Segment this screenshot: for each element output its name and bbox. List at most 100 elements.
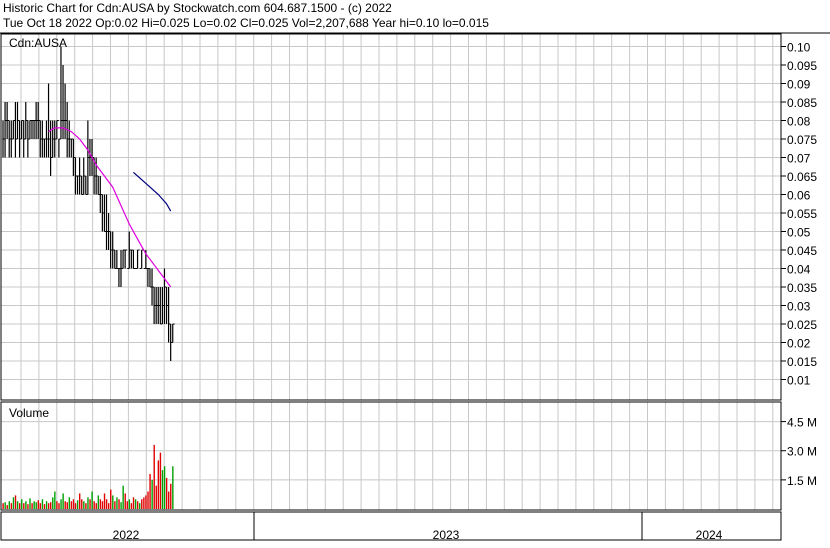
volume-bar <box>132 497 135 509</box>
volume-bar <box>151 479 153 509</box>
stock-chart: Historic Chart for Cdn:AUSA by Stockwatc… <box>0 0 830 543</box>
volume-bar <box>23 503 25 509</box>
volume-bar <box>21 499 23 509</box>
price-y-tick-label: 0.06 <box>787 189 811 203</box>
chart-header-title: Historic Chart for Cdn:AUSA by Stockwatc… <box>3 1 392 15</box>
volume-bar <box>45 501 48 509</box>
volume-bar <box>95 503 97 509</box>
volume-bar <box>66 502 68 509</box>
volume-bar <box>31 503 33 509</box>
volume-bar <box>12 497 15 509</box>
volume-bar <box>97 495 100 509</box>
volume-bar <box>60 499 62 509</box>
volume-y-tick-label: 4.5 M <box>787 416 817 430</box>
volume-bar <box>91 491 93 509</box>
price-y-tick-label: 0.075 <box>787 133 817 147</box>
volume-bar <box>89 499 91 509</box>
price-y-tick-label: 0.095 <box>787 59 817 73</box>
volume-bar <box>161 470 164 509</box>
price-y-tick-label: 0.10 <box>787 41 811 55</box>
volume-bar <box>43 504 46 509</box>
volume-bar <box>170 483 172 509</box>
volume-bar <box>139 503 141 509</box>
price-y-tick-label: 0.08 <box>787 115 811 129</box>
volume-bar <box>149 474 151 509</box>
price-y-tick-label: 0.055 <box>787 207 817 221</box>
price-y-tick-label: 0.07 <box>787 152 811 166</box>
volume-bar <box>58 503 60 509</box>
volume-bar <box>16 501 19 509</box>
volume-bar <box>78 493 81 509</box>
volume-bar <box>116 497 118 509</box>
volume-bar <box>39 503 42 509</box>
volume-bar <box>83 501 85 509</box>
volume-bar <box>155 485 157 509</box>
price-y-tick-label: 0.01 <box>787 374 811 388</box>
volume-bar <box>81 499 83 509</box>
volume-bar <box>165 477 168 509</box>
price-y-tick-label: 0.065 <box>787 170 817 184</box>
volume-bar <box>126 501 128 509</box>
volume-bar <box>124 493 126 509</box>
price-y-tick-label: 0.035 <box>787 281 817 295</box>
volume-bar <box>62 493 64 509</box>
volume-bar <box>93 501 95 509</box>
volume-bar <box>99 499 102 509</box>
price-y-tick-label: 0.09 <box>787 78 811 92</box>
volume-bar <box>120 502 122 509</box>
volume-y-tick-label: 1.5 M <box>787 474 817 488</box>
volume-bar <box>147 491 149 509</box>
volume-bar <box>136 501 139 509</box>
price-y-tick-label: 0.02 <box>787 337 811 351</box>
volume-bar <box>25 501 27 509</box>
volume-bar <box>107 503 110 509</box>
volume-bar <box>47 503 50 509</box>
volume-bar <box>145 495 147 509</box>
volume-bar <box>143 497 145 509</box>
volume-bar <box>64 501 66 509</box>
volume-bar <box>110 489 112 509</box>
price-y-tick-label: 0.025 <box>787 318 817 332</box>
volume-bar <box>35 502 37 509</box>
volume-bar <box>157 460 160 509</box>
volume-bar <box>41 499 44 509</box>
volume-bar <box>114 501 116 509</box>
volume-bar <box>6 505 8 509</box>
volume-bar <box>29 498 31 509</box>
price-y-tick-label: 0.04 <box>787 263 811 277</box>
volume-bar <box>76 500 79 509</box>
volume-bar <box>168 491 170 509</box>
volume-bar <box>33 501 35 509</box>
volume-bar <box>74 503 77 509</box>
volume-bar <box>4 502 6 509</box>
volume-bar <box>18 503 21 509</box>
volume-bar <box>72 499 75 509</box>
price-panel-title: Cdn:AUSA <box>9 36 67 50</box>
volume-bar <box>130 503 133 509</box>
volume-bar <box>172 466 174 509</box>
volume-bar <box>27 504 29 509</box>
price-y-tick-label: 0.03 <box>787 300 811 314</box>
volume-bar <box>141 499 143 509</box>
price-y-tick-label: 0.045 <box>787 244 817 258</box>
volume-bar <box>122 485 124 509</box>
volume-bar <box>85 503 87 509</box>
chart-header-quote: Tue Oct 18 2022 Op:0.02 Hi=0.025 Lo=0.02… <box>3 16 489 30</box>
volume-bar <box>2 503 4 509</box>
volume-bar <box>10 503 13 509</box>
volume-bar <box>134 499 137 509</box>
volume-bar <box>37 500 39 509</box>
volume-panel-title: Volume <box>9 406 49 420</box>
price-y-tick-label: 0.015 <box>787 355 817 369</box>
volume-bar <box>68 497 71 509</box>
volume-bar <box>14 495 17 509</box>
volume-bar <box>163 466 166 509</box>
volume-bar <box>56 501 58 509</box>
volume-bar <box>112 495 114 509</box>
volume-bar <box>50 502 52 509</box>
volume-bar <box>105 499 108 509</box>
volume-y-tick-label: 3.0 M <box>787 445 817 459</box>
volume-bar <box>87 497 89 509</box>
chart-canvas: Historic Chart for Cdn:AUSA by Stockwatc… <box>0 0 830 543</box>
volume-bar <box>159 452 162 509</box>
